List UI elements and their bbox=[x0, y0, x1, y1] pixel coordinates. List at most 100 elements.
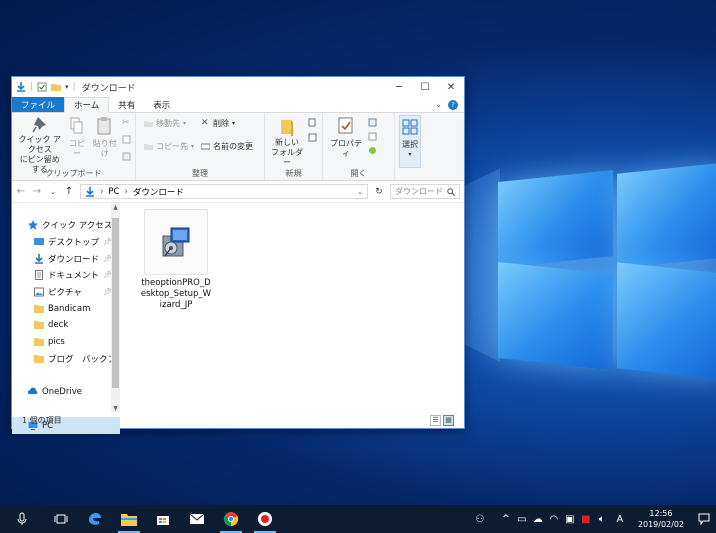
nav-item[interactable]: ドキュメント 📌︎ bbox=[12, 267, 120, 284]
clock[interactable]: 12:56 2019/02/02 bbox=[630, 508, 692, 530]
new-folder-icon[interactable] bbox=[51, 82, 62, 92]
copy-path-icon[interactable] bbox=[122, 135, 131, 144]
separator: | bbox=[72, 82, 76, 92]
address-path[interactable]: › PC › ダウンロード ⌄ bbox=[80, 184, 368, 199]
properties-label: プロパティ bbox=[330, 139, 362, 158]
nav-item[interactable]: ブログ バックアップ bbox=[12, 351, 120, 368]
ribbon-tabs: ファイル ホーム 共有 表示 ⌄ ? bbox=[12, 97, 464, 113]
new-folder-button[interactable]: 新しい フォルダー bbox=[269, 115, 305, 168]
tab-share[interactable]: 共有 bbox=[109, 97, 144, 112]
large-icons-view-button[interactable]: ▦ bbox=[443, 414, 454, 426]
refresh-button[interactable]: ↻ bbox=[374, 187, 384, 197]
nav-item-label: ドキュメント bbox=[48, 271, 100, 282]
volume-icon[interactable]: 🔈︎ bbox=[594, 514, 610, 525]
folder-icon bbox=[34, 320, 44, 330]
download-arrow-icon[interactable] bbox=[16, 82, 26, 92]
file-item[interactable]: theoptionPRO_Desktop_Setup_Wizard_JP bbox=[136, 209, 216, 311]
cut-icon[interactable]: ✂ bbox=[122, 118, 131, 128]
nav-item[interactable]: ピクチャ 📌︎ bbox=[12, 284, 120, 301]
address-dropdown-icon[interactable]: ⌄ bbox=[357, 188, 363, 196]
cortana-mic-button[interactable] bbox=[0, 505, 44, 533]
history-icon[interactable] bbox=[368, 146, 377, 155]
new-folder-icon bbox=[281, 119, 293, 136]
up-button[interactable]: ↑ bbox=[64, 186, 74, 197]
mail-button[interactable] bbox=[180, 505, 214, 533]
nav-item[interactable]: deck bbox=[12, 317, 120, 334]
ribbon-expand-icon[interactable]: ⌄ bbox=[435, 100, 442, 109]
folder-icon bbox=[34, 304, 44, 314]
tab-view[interactable]: 表示 bbox=[144, 97, 179, 112]
breadcrumb-pc[interactable]: PC bbox=[108, 187, 119, 197]
wifi-icon[interactable]: ◠ bbox=[546, 514, 562, 525]
edge-button[interactable] bbox=[78, 505, 112, 533]
rename-icon bbox=[201, 143, 211, 150]
rename-button[interactable]: 名前の変更 bbox=[201, 141, 253, 152]
task-view-button[interactable] bbox=[44, 505, 78, 533]
maximize-button[interactable]: ☐ bbox=[412, 77, 438, 97]
move-to-button[interactable]: 移動先 ▾ bbox=[144, 118, 194, 129]
search-input[interactable]: ダウンロード bbox=[390, 184, 460, 199]
mail-icon bbox=[189, 513, 205, 524]
ime-indicator[interactable]: A bbox=[610, 514, 630, 525]
paste-shortcut-icon[interactable] bbox=[122, 152, 131, 161]
scroll-up-icon[interactable]: ▲ bbox=[111, 204, 120, 211]
download-icon bbox=[34, 253, 44, 264]
delete-icon: ✕ bbox=[201, 118, 209, 128]
nav-scrollbar[interactable]: ▲ ▼ bbox=[111, 204, 120, 412]
chrome-button[interactable] bbox=[214, 505, 248, 533]
nav-item[interactable]: pics bbox=[12, 334, 120, 351]
onedrive-icon bbox=[27, 387, 38, 397]
scroll-thumb[interactable] bbox=[112, 218, 119, 388]
tab-home[interactable]: ホーム bbox=[64, 97, 110, 113]
details-view-button[interactable]: ☰ bbox=[430, 414, 441, 426]
minimize-button[interactable]: ─ bbox=[386, 77, 412, 97]
edit-icon[interactable] bbox=[368, 132, 377, 141]
paste-button[interactable]: 貼り付け bbox=[90, 115, 119, 168]
tab-file[interactable]: ファイル bbox=[12, 97, 65, 112]
battery-icon[interactable]: ▭ bbox=[514, 514, 530, 525]
pin-quick-access-button[interactable]: クイック アクセス にピン留めする bbox=[16, 115, 64, 174]
action-center-button[interactable] bbox=[692, 513, 716, 525]
record-tray-icon[interactable]: ■ bbox=[578, 514, 594, 525]
show-hidden-icons-icon[interactable]: ^ bbox=[498, 514, 514, 524]
easy-access-icon[interactable] bbox=[308, 133, 317, 142]
explorer-window: | ▾ | ダウンロード ─ ☐ ✕ ファイル ホーム 共有 表示 ⌄ ? クイ… bbox=[11, 76, 465, 434]
open-icon[interactable] bbox=[368, 118, 377, 127]
pictures-icon bbox=[34, 287, 44, 297]
nav-item[interactable]: デスクトップ 📌︎ bbox=[12, 234, 120, 251]
copy-button[interactable]: コピー bbox=[67, 115, 88, 168]
copy-to-button[interactable]: コピー先 ▾ bbox=[144, 141, 194, 152]
network-icon[interactable]: ▣ bbox=[562, 514, 578, 525]
properties-check-icon[interactable] bbox=[37, 82, 47, 92]
group-label-organize: 整理 bbox=[192, 169, 208, 178]
delete-button[interactable]: ✕ 削除 ▾ bbox=[201, 118, 253, 129]
customize-dropdown-icon[interactable]: ▾ bbox=[65, 83, 69, 91]
nav-item[interactable]: ダウンロード 📌︎ bbox=[12, 250, 120, 267]
back-button[interactable]: ← bbox=[16, 186, 26, 197]
new-item-icon[interactable] bbox=[308, 118, 317, 127]
clock-date: 2019/02/02 bbox=[637, 520, 684, 529]
new-folder-label: 新しい フォルダー bbox=[271, 138, 303, 167]
properties-button[interactable]: プロパティ bbox=[327, 115, 365, 168]
bandicam-button[interactable] bbox=[248, 505, 282, 533]
task-view-icon bbox=[54, 514, 68, 524]
search-icon bbox=[447, 187, 455, 196]
nav-item[interactable]: クイック アクセス bbox=[12, 217, 120, 234]
store-button[interactable] bbox=[146, 505, 180, 533]
select-button[interactable]: 選択 ▾ bbox=[399, 115, 421, 168]
people-icon[interactable]: ⚇ bbox=[472, 514, 488, 525]
onedrive-icon[interactable]: ☁ bbox=[530, 514, 546, 525]
logo-pane-bottom-left bbox=[498, 261, 613, 371]
file-name: theoptionPRO_Desktop_Setup_Wizard_JP bbox=[140, 278, 212, 310]
nav-item[interactable]: OneDrive bbox=[12, 384, 120, 401]
help-icon[interactable]: ? bbox=[448, 100, 458, 110]
scroll-down-icon[interactable]: ▼ bbox=[111, 405, 120, 412]
system-tray: ⚇ ^ ▭ ☁ ◠ ▣ ■ 🔈︎ A 12:56 2019/02/02 bbox=[472, 505, 716, 533]
nav-item[interactable]: Bandicam bbox=[12, 300, 120, 317]
breadcrumb-downloads[interactable]: ダウンロード bbox=[133, 186, 184, 198]
close-button[interactable]: ✕ bbox=[438, 77, 464, 97]
file-explorer-button[interactable] bbox=[112, 505, 146, 533]
recent-locations-icon[interactable]: ⌄ bbox=[48, 188, 58, 196]
breadcrumb-separator-icon: › bbox=[100, 186, 104, 197]
forward-button[interactable]: → bbox=[32, 186, 42, 197]
